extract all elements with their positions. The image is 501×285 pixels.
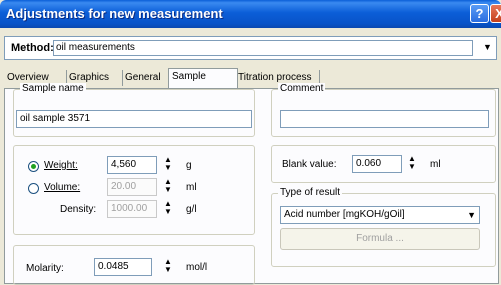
volume-spinner[interactable]: ▲ ▼ [162, 178, 174, 196]
weight-unit: g [186, 160, 192, 171]
tab-general[interactable]: General [122, 70, 171, 86]
chevron-down-icon[interactable]: ▼ [467, 207, 476, 223]
formula-button[interactable]: Formula ... [280, 228, 480, 250]
blank-value-label: Blank value: [282, 159, 337, 170]
volume-input[interactable]: 20.00 [107, 178, 157, 196]
molarity-spinner[interactable]: ▲ ▼ [162, 258, 174, 276]
molarity-input[interactable]: 0.0485 [94, 258, 152, 276]
close-button[interactable]: X [490, 4, 501, 23]
tab-sample-param[interactable]: Sample param. [168, 68, 238, 98]
chevron-down-icon[interactable]: ▼ [483, 42, 492, 52]
blank-value-spinner[interactable]: ▲ ▼ [406, 155, 418, 173]
result-type-select[interactable]: Acid number [mgKOH/gOil] ▼ [280, 206, 480, 224]
sample-name-title: Sample name [20, 83, 86, 94]
volume-unit: ml [186, 182, 197, 193]
type-of-result-title: Type of result [278, 187, 343, 198]
sample-param-panel: Sample name oil sample 3571 Comment Weig… [4, 83, 499, 285]
blank-value-group: Blank value: 0.060 ▲ ▼ ml [271, 145, 496, 183]
weight-radio[interactable] [28, 161, 39, 172]
dialog-window: Adjustments for new measurement ? X Meth… [0, 0, 501, 285]
result-type-value: Acid number [mgKOH/gOil] [284, 209, 405, 220]
help-button[interactable]: ? [470, 4, 489, 23]
density-unit: g/l [186, 204, 197, 215]
comment-title: Comment [278, 83, 326, 94]
volume-label: Volume: [44, 182, 81, 193]
weight-spinner[interactable]: ▲ ▼ [162, 156, 174, 174]
sample-amount-group: Weight: 4,560 ▲ ▼ g Volume: 20.00 ▲ ▼ ml D… [13, 145, 255, 235]
window-title: Adjustments for new measurement [6, 6, 223, 21]
comment-input[interactable] [280, 110, 489, 128]
method-row: Method: oil measurements ▼ [4, 36, 497, 60]
sample-name-group: Sample name oil sample 3571 [13, 83, 255, 137]
method-select[interactable]: oil measurements [53, 40, 473, 56]
title-bar[interactable]: Adjustments for new measurement ? X [0, 0, 501, 28]
type-of-result-group: Type of result Acid number [mgKOH/gOil] … [271, 187, 496, 267]
blank-value-input[interactable]: 0.060 [352, 155, 402, 173]
weight-label: Weight: [44, 160, 78, 171]
volume-radio[interactable] [28, 183, 39, 194]
comment-group: Comment [271, 83, 496, 137]
blank-value-unit: ml [430, 159, 441, 170]
density-spinner[interactable]: ▲ ▼ [162, 200, 174, 218]
density-input[interactable]: 1000.00 [107, 200, 157, 218]
molarity-label: Molarity: [26, 263, 64, 274]
method-label: Method: [11, 42, 54, 54]
molarity-unit: mol/l [186, 262, 208, 273]
sample-name-input[interactable]: oil sample 3571 [16, 110, 252, 128]
weight-input[interactable]: 4,560 [107, 156, 157, 174]
molarity-group: Molarity: 0.0485 ▲ ▼ mol/l [13, 245, 255, 285]
density-label: Density: [60, 204, 97, 215]
